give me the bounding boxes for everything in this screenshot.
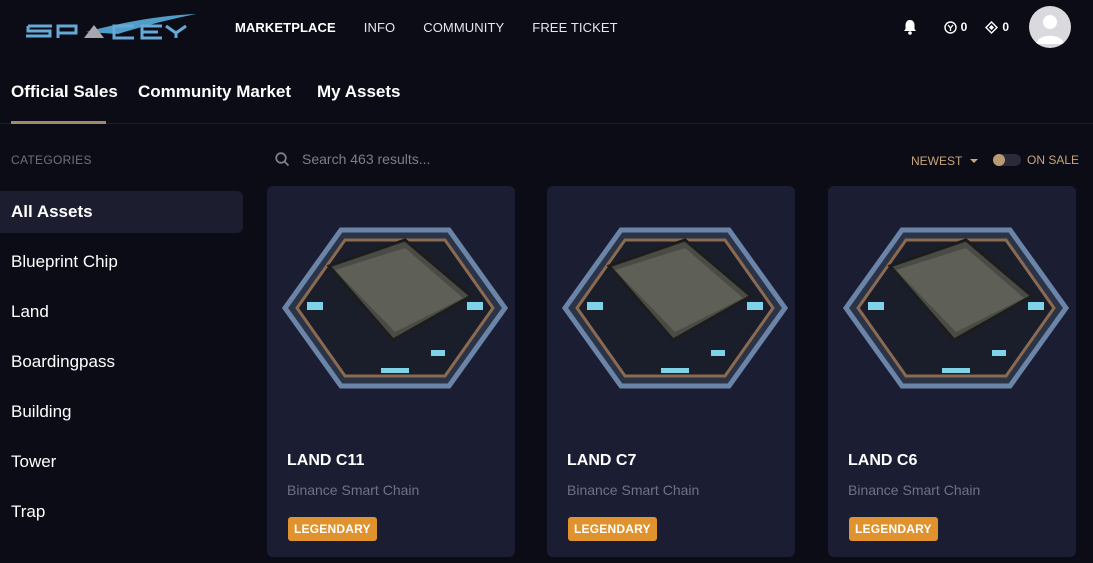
toggle-switch[interactable]	[993, 154, 1021, 166]
on-sale-toggle[interactable]: ON SALE	[993, 153, 1079, 167]
category-label: Tower	[11, 452, 57, 471]
tab-official-sales[interactable]: Official Sales	[11, 82, 118, 102]
rarity-badge: LEGENDARY	[288, 517, 377, 541]
land-hexagon-image	[561, 227, 789, 389]
asset-chain: Binance Smart Chain	[287, 482, 420, 498]
main-nav: MARKETPLACE INFO COMMUNITY FREE TICKET	[235, 0, 618, 54]
category-blueprint-chip[interactable]: Blueprint Chip	[0, 241, 243, 283]
chevron-down-icon	[970, 159, 979, 163]
categories-title: CATEGORIES	[11, 153, 92, 167]
asset-chain: Binance Smart Chain	[848, 482, 981, 498]
category-tower[interactable]: Tower	[0, 441, 243, 483]
category-label: Boardingpass	[11, 352, 115, 371]
header-tools: 0 0	[902, 5, 1071, 49]
category-label: Building	[11, 402, 72, 421]
category-building[interactable]: Building	[0, 391, 243, 433]
categories-sidebar: CATEGORIES All Assets Blueprint Chip Lan…	[0, 124, 250, 563]
nav-info[interactable]: INFO	[364, 20, 395, 35]
land-hexagon-image	[842, 227, 1070, 389]
search-icon	[275, 151, 290, 166]
spacey-logo[interactable]	[26, 12, 198, 42]
rarity-badge: LEGENDARY	[849, 517, 938, 541]
category-label: All Assets	[11, 202, 93, 221]
nav-community[interactable]: COMMUNITY	[423, 20, 504, 35]
category-label: Trap	[11, 502, 46, 521]
asset-title: LAND C7	[567, 452, 637, 469]
token-a-icon	[943, 20, 957, 34]
token-b-value: 0	[1002, 20, 1009, 34]
asset-card[interactable]: LAND C11 Binance Smart Chain LEGENDARY	[267, 186, 515, 557]
category-all-assets[interactable]: All Assets	[0, 191, 243, 233]
notification-bell-icon[interactable]	[902, 19, 918, 35]
search-bar[interactable]: Search 463 results...	[275, 148, 430, 170]
token-counter-b[interactable]: 0	[985, 20, 1009, 34]
toggle-knob	[993, 154, 1005, 166]
nav-marketplace[interactable]: MARKETPLACE	[235, 20, 336, 35]
category-trap[interactable]: Trap	[0, 491, 243, 533]
user-avatar[interactable]	[1029, 6, 1071, 48]
category-boardingpass[interactable]: Boardingpass	[0, 341, 243, 383]
rarity-badge: LEGENDARY	[568, 517, 657, 541]
token-counter-a[interactable]: 0	[943, 20, 968, 34]
token-a-value: 0	[960, 20, 968, 34]
sort-label: NEWEST	[911, 154, 963, 168]
token-b-icon	[985, 20, 999, 34]
category-land[interactable]: Land	[0, 291, 243, 333]
category-label: Blueprint Chip	[11, 252, 118, 271]
tab-my-assets[interactable]: My Assets	[317, 82, 400, 102]
asset-card[interactable]: LAND C6 Binance Smart Chain LEGENDARY	[828, 186, 1076, 557]
asset-title: LAND C11	[287, 452, 365, 469]
market-tabs: Official Sales Community Market My Asset…	[0, 54, 1093, 124]
top-navigation-bar: MARKETPLACE INFO COMMUNITY FREE TICKET 0…	[0, 0, 1093, 54]
asset-title: LAND C6	[848, 452, 918, 469]
sort-dropdown[interactable]: NEWEST	[911, 154, 979, 168]
land-hexagon-image	[281, 227, 509, 389]
tab-community-market[interactable]: Community Market	[138, 82, 291, 102]
on-sale-label: ON SALE	[1027, 153, 1080, 167]
category-label: Land	[11, 302, 49, 321]
nav-free-ticket[interactable]: FREE TICKET	[532, 20, 617, 35]
search-input[interactable]: Search 463 results...	[302, 151, 430, 167]
asset-chain: Binance Smart Chain	[567, 482, 700, 498]
asset-card[interactable]: LAND C7 Binance Smart Chain LEGENDARY	[547, 186, 795, 557]
